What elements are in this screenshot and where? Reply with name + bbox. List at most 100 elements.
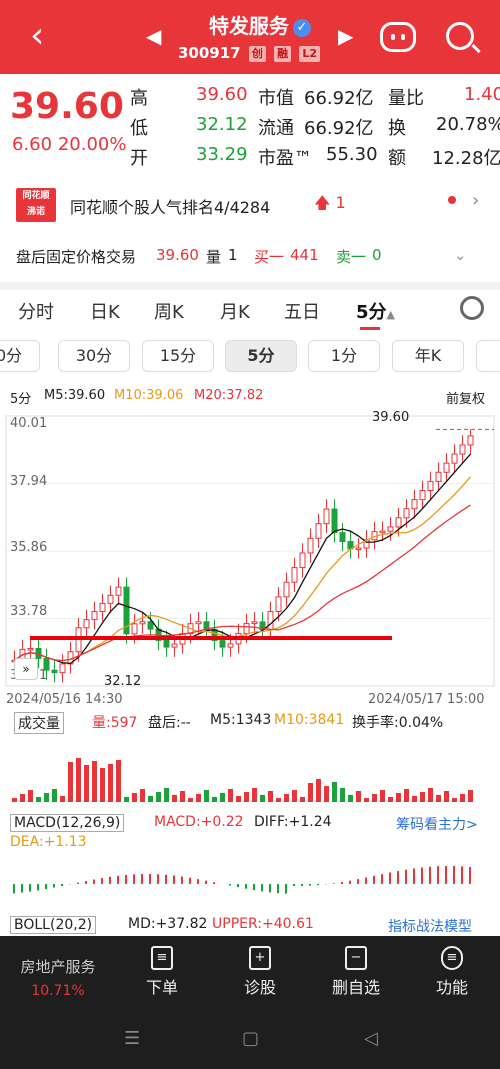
candle-body [107,594,114,604]
macd-bar [429,866,431,884]
after-vol-label: 量 [206,248,222,266]
macd-bar [133,874,135,884]
volume-bar [468,790,473,802]
after-label: 盘后固定价格交易 [16,248,137,266]
turnover-label: 换 [388,118,406,139]
back-arrow-icon[interactable]: ‹ [30,16,44,56]
ma-lines [14,453,471,665]
volume-bar [356,791,361,802]
kline-chart[interactable] [0,406,500,936]
back-nav-icon[interactable]: ◁ [364,1028,378,1049]
candle-body [419,489,426,501]
volume-after: 盘后:-- [148,715,191,731]
candle-body [227,643,234,648]
menu-nav-icon[interactable]: ☰ [124,1028,140,1049]
period-1min[interactable]: 1分 [308,340,380,372]
diagnose-button[interactable]: + 诊股 [220,946,300,998]
pe-label: 市盈™ [258,148,312,169]
ma10-line [14,476,471,662]
volume-bar [292,790,297,802]
volume-bar [340,788,345,802]
volume-bar [412,796,417,802]
macd-bar [173,875,175,884]
tab-daily-k[interactable]: 日K [90,298,120,324]
volume-bar [76,758,81,802]
tab-intraday[interactable]: 分时 [18,298,54,324]
volume-bar [60,796,65,802]
pe-value: 55.30 [326,144,378,165]
volume-selector[interactable]: 成交量 [14,712,64,734]
order-button[interactable]: ≡ 下单 [122,946,202,998]
period-more[interactable] [476,340,500,372]
candle-body [339,532,346,542]
candle-body [27,647,34,651]
chip-link[interactable]: 筹码看主力> [396,814,478,834]
expand-icon[interactable]: » [14,658,38,680]
candle-body [467,435,474,446]
macd-value: MACD:+0.22 [154,814,244,830]
volume-bar [148,796,153,802]
volume-bar [380,790,385,802]
macd-bar [165,874,167,884]
mktcap-value: 66.92亿 [304,88,374,109]
candle-body [379,530,386,534]
diff-value: DIFF:+1.24 [254,814,332,830]
macd-bar [149,874,151,884]
macd-bar [61,884,63,886]
boll-link[interactable]: 指标战法模型 [388,916,472,936]
search-icon[interactable] [446,22,474,50]
function-label: 功能 [435,978,468,997]
volume-bar [228,789,233,802]
bottom-action-bar: 房地产服务 10.71% ≡ 下单 + 诊股 − 删自选 ≡ 功能 [0,936,500,1008]
macd-bar [333,883,335,884]
low-value: 32.12 [196,114,248,135]
function-button[interactable]: ≡ 功能 [412,946,492,998]
tab-weekly-k[interactable]: 周K [154,298,184,324]
volume-bar [140,789,145,802]
volume-bar [252,788,257,802]
candlesticks [11,429,474,683]
tab-five-day[interactable]: 五日 [284,298,320,324]
macd-bar [237,884,239,888]
candle-body [395,517,402,528]
macd-bar [357,879,359,884]
volume-value: 量:597 [92,715,138,731]
chevron-down-icon[interactable]: ⌄ [454,246,467,264]
tab-monthly-k[interactable]: 月K [220,298,250,324]
home-nav-icon[interactable]: ▢ [242,1028,259,1049]
period-30min[interactable]: 30分 [58,340,130,372]
period-year-k[interactable]: 年K [392,340,464,372]
macd-bar [365,877,367,884]
vr-value: 1.40 [464,84,500,105]
candle-body [275,596,282,613]
macd-bar [437,866,439,884]
sell1-label: 卖一 [336,248,367,266]
legend-m20: M20:37.82 [194,388,264,403]
top-header: ‹ ◀ 特发服务 ✓ 300917 创 融 L2 ▶ [0,0,500,74]
macd-bar [245,884,247,889]
period-5min[interactable]: 5分 [225,340,297,372]
low-label: 低 [130,118,148,139]
tab-5min[interactable]: 5分▲ [356,298,395,330]
volume-bar [44,793,49,802]
macd-bar [109,876,111,884]
settings-icon[interactable] [460,296,484,320]
period-60min[interactable]: 60分 [0,340,40,372]
volume-bar [100,768,105,802]
logo-line2: 沸诺 [26,207,45,217]
legend-fq[interactable]: 前复权 [446,388,485,407]
boll-selector[interactable]: BOLL(20,2) [10,916,97,934]
next-stock-icon[interactable]: ▶ [338,24,353,48]
volume-m10: M10:3841 [274,712,345,728]
prev-stock-icon[interactable]: ◀ [146,24,161,48]
remove-watchlist-button[interactable]: − 删自选 [316,946,396,998]
legend-m5: M5:39.60 [44,388,106,403]
macd-bar [349,880,351,884]
macd-selector[interactable]: MACD(12,26,9) [10,814,125,832]
macd-bar [293,884,295,886]
period-15min[interactable]: 15分 [142,340,214,372]
popularity-rank-bar[interactable]: 同花顺 沸诺 同花顺个股人气排名4/4284 🡅 1 › [0,184,500,228]
after-hours-row[interactable]: 盘后固定价格交易 39.60 量 1 买一 441 卖一 0 ⌄ [0,240,500,274]
sector-info[interactable]: 房地产服务 10.71% [10,956,106,999]
robot-assistant-icon[interactable] [380,22,416,52]
